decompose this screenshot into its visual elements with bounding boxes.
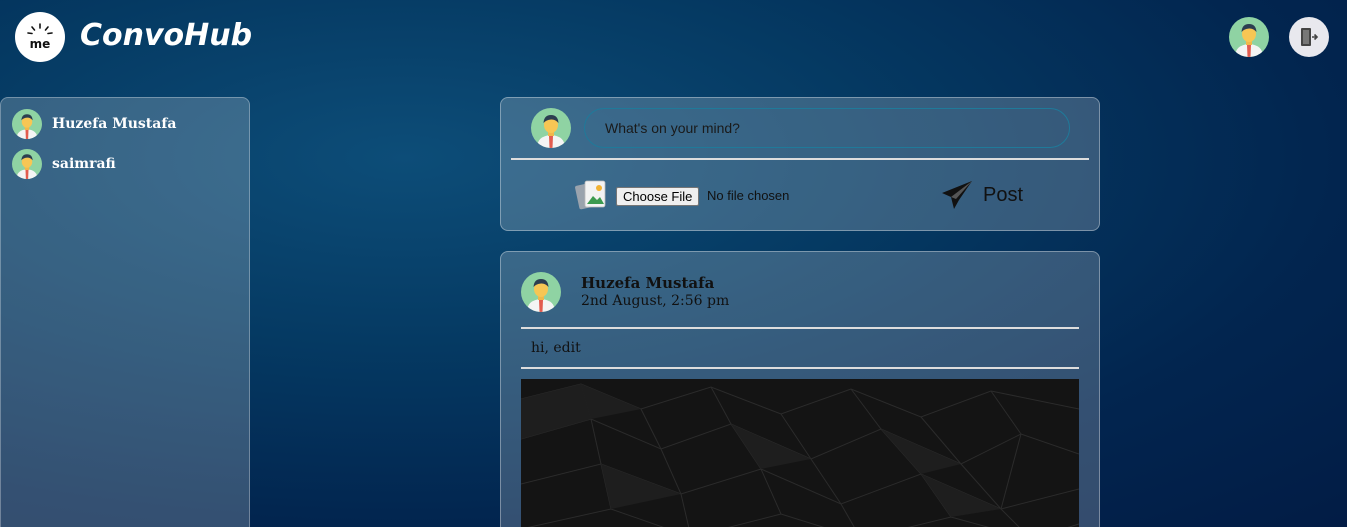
post-button[interactable]: Post xyxy=(941,178,1023,212)
post-composer: Choose File No file chosen Post xyxy=(500,97,1100,231)
logout-button[interactable] xyxy=(1289,17,1329,57)
sidebar-user-name: saimrafi xyxy=(52,156,116,172)
image-upload-icon[interactable] xyxy=(575,178,609,212)
user-avatar-icon xyxy=(12,109,42,139)
app-logo[interactable]: me xyxy=(15,12,65,62)
choose-file-button[interactable]: Choose File xyxy=(616,187,700,206)
logo-icon: me xyxy=(27,23,53,51)
post-input[interactable] xyxy=(584,108,1070,148)
app-title: ConvoHub xyxy=(80,18,253,53)
logout-icon xyxy=(1301,28,1319,46)
file-status: No file chosen xyxy=(707,188,790,203)
user-avatar-icon xyxy=(1229,17,1269,57)
user-avatar-icon xyxy=(531,108,571,148)
svg-text:me: me xyxy=(30,37,51,51)
user-avatar-icon xyxy=(12,149,42,179)
divider xyxy=(521,327,1079,329)
post-image-graphic xyxy=(521,379,1079,527)
post-button-label: Post xyxy=(983,183,1024,206)
post-text: hi, edit xyxy=(531,340,581,356)
sidebar-user-name: Huzefa Mustafa xyxy=(52,116,177,132)
sidebar-user-huzefa[interactable]: Huzefa Mustafa xyxy=(1,104,249,144)
profile-avatar[interactable] xyxy=(1229,17,1269,57)
post-image xyxy=(521,379,1079,527)
divider xyxy=(521,367,1079,369)
user-sidebar: Huzefa Mustafa saimrafi xyxy=(0,97,250,527)
sidebar-user-saimrafi[interactable]: saimrafi xyxy=(1,144,249,184)
paper-plane-icon xyxy=(942,181,972,209)
post-card: Huzefa Mustafa 2nd August, 2:56 pm hi, e… xyxy=(500,251,1100,527)
user-avatar-icon xyxy=(521,272,561,312)
post-author[interactable]: Huzefa Mustafa xyxy=(581,274,714,292)
post-date: 2nd August, 2:56 pm xyxy=(581,293,730,309)
divider xyxy=(511,158,1089,160)
